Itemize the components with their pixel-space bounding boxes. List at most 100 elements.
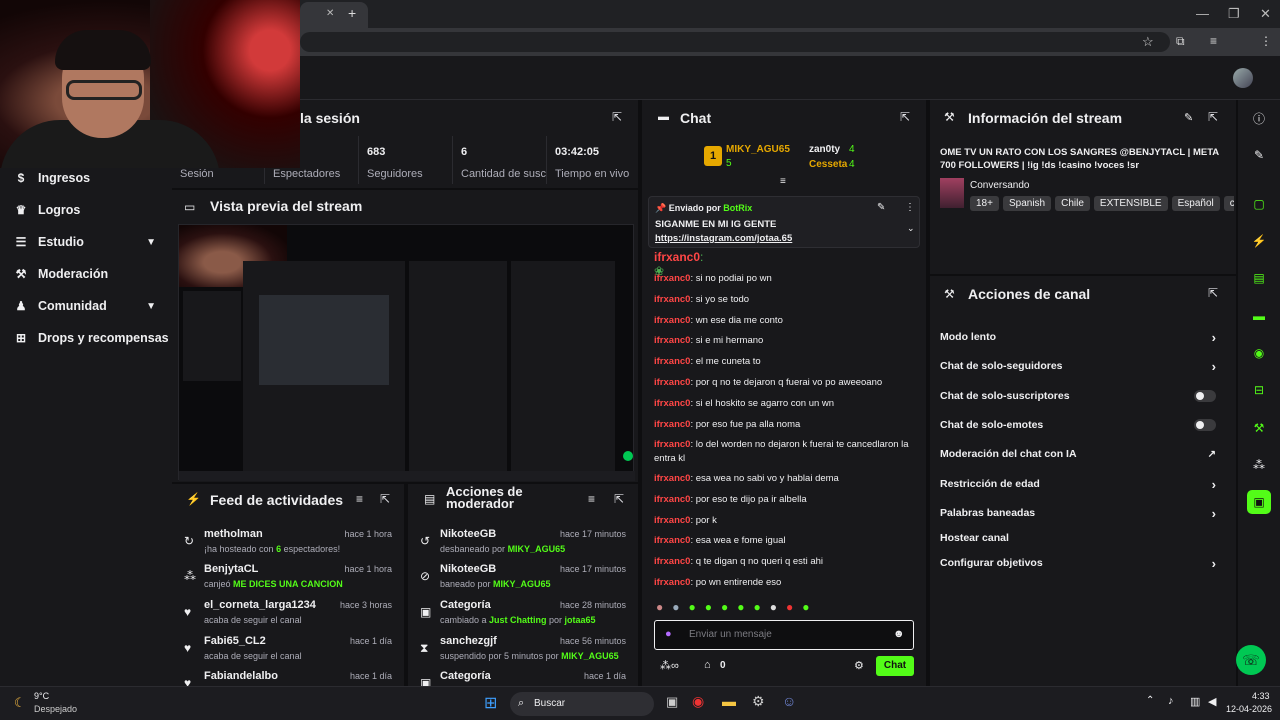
- age-restriction-row[interactable]: Restricción de edad ›: [940, 473, 1222, 495]
- subscribers-only-toggle[interactable]: [1194, 390, 1216, 402]
- browser-menu-icon[interactable]: ⋮: [1260, 34, 1272, 48]
- taskbar-search[interactable]: ⌕ Buscar: [510, 692, 654, 716]
- chat-username[interactable]: ifrxanc0: [654, 294, 690, 305]
- tag: Chile: [1055, 196, 1090, 211]
- layout-icon[interactable]: ⊟: [1247, 378, 1271, 402]
- host-channel-row[interactable]: Hostear canal: [940, 527, 1222, 549]
- popout-icon[interactable]: ⇱: [1208, 286, 1218, 300]
- microphone-icon[interactable]: ♪: [1168, 695, 1174, 707]
- notes-icon[interactable]: ▤: [1247, 266, 1271, 290]
- new-tab-button[interactable]: +: [348, 5, 356, 21]
- goals-row[interactable]: Configurar objetivos ›: [940, 552, 1222, 574]
- followers-only-row[interactable]: Chat de solo-seguidores ›: [940, 355, 1222, 377]
- chat-message: ifrxanc0: q te digan q no queri q esti a…: [654, 556, 824, 567]
- chrome-icon[interactable]: ◉: [692, 693, 704, 710]
- discord-icon[interactable]: ☺: [782, 693, 796, 709]
- filter-icon[interactable]: ≡: [588, 492, 595, 506]
- chat-username[interactable]: ifrxanc0: [654, 535, 690, 546]
- studio-icon: ☰: [15, 235, 27, 249]
- browser-tab[interactable]: ✕: [300, 2, 368, 28]
- sidebar-item-drops[interactable]: ⊞ Drops y recompensas: [0, 322, 172, 354]
- banned-words-row[interactable]: Palabras baneadas ›: [940, 502, 1222, 524]
- media-icon[interactable]: ≡: [1210, 34, 1217, 48]
- chat-username[interactable]: ifrxanc0: [654, 315, 690, 326]
- broadcast-icon[interactable]: ◉: [1247, 341, 1271, 365]
- app-icon[interactable]: ▣: [1247, 490, 1271, 514]
- chat-username[interactable]: ifrxanc0: [654, 439, 690, 450]
- stream-preview-video[interactable]: [178, 224, 635, 481]
- minimize-button[interactable]: —: [1196, 6, 1209, 21]
- tab-close-icon[interactable]: ✕: [326, 8, 334, 19]
- category-name[interactable]: Conversando: [970, 180, 1029, 191]
- leader-second[interactable]: zan0ty: [809, 144, 840, 155]
- maximize-button[interactable]: ❐: [1228, 6, 1240, 22]
- close-window-button[interactable]: ✕: [1260, 6, 1271, 22]
- sidebar-item-moderacion[interactable]: ⚒ Moderación: [0, 258, 172, 290]
- filter-icon[interactable]: ≡: [356, 492, 363, 506]
- ai-moderation-row[interactable]: Moderación del chat con IA ↗: [940, 443, 1222, 465]
- popout-icon[interactable]: ⇱: [612, 110, 622, 124]
- sidebar-item-estudio[interactable]: ☰ Estudio ▼: [0, 226, 172, 258]
- windows-start-icon[interactable]: ⊞: [484, 693, 497, 713]
- chat-username[interactable]: ifrxanc0: [654, 494, 690, 505]
- clock-date[interactable]: 12-04-2026: [1226, 704, 1272, 714]
- clock-time[interactable]: 4:33: [1252, 691, 1270, 701]
- points-icon[interactable]: ⁂∞: [660, 659, 679, 672]
- store-icon[interactable]: ⌂: [704, 659, 711, 671]
- chat-username[interactable]: ifrxanc0: [654, 377, 690, 388]
- mod-row: ▣ Categoría hace 28 minutos cambiado a Just…: [420, 599, 626, 625]
- task-view-icon[interactable]: ▣: [666, 694, 678, 710]
- steam-icon[interactable]: ⚙: [752, 693, 765, 710]
- avatar[interactable]: [1233, 68, 1253, 88]
- info-icon[interactable]: ⓘ: [1247, 106, 1271, 130]
- popout-icon[interactable]: ⇱: [380, 492, 390, 506]
- settings-icon[interactable]: ⚙: [854, 659, 864, 672]
- chat-username[interactable]: ifrxanc0: [654, 577, 690, 588]
- emote-bar[interactable]: ● ● ● ● ● ● ● ● ● ●: [656, 600, 916, 616]
- emotes-only-toggle[interactable]: [1194, 419, 1216, 431]
- clip-icon[interactable]: ▢: [1247, 192, 1271, 216]
- sidebar-item-comunidad[interactable]: ♟ Comunidad ▼: [0, 290, 172, 322]
- edit-icon[interactable]: ✎: [1184, 111, 1193, 124]
- send-chat-button[interactable]: Chat: [876, 656, 914, 676]
- wrench-icon[interactable]: ⚒: [1247, 416, 1271, 440]
- chat-input[interactable]: ● Enviar un mensaje ☻: [654, 620, 914, 650]
- popout-icon[interactable]: ⇱: [1208, 110, 1218, 124]
- slow-mode-row[interactable]: Modo lento ›: [940, 326, 1222, 348]
- chat-username[interactable]: ifrxanc0: [654, 515, 690, 526]
- weather-temp[interactable]: 9°C: [34, 691, 49, 701]
- help-button[interactable]: ☏: [1236, 645, 1266, 675]
- chevron-down-icon[interactable]: ⌄: [907, 223, 915, 234]
- volume-icon[interactable]: ◀: [1208, 695, 1216, 708]
- chat-username[interactable]: ifrxanc0: [654, 473, 690, 484]
- leader-third[interactable]: Cesseta: [809, 159, 847, 170]
- lightning-icon[interactable]: ⚡: [1247, 229, 1271, 253]
- sidebar-item-logros[interactable]: ♛ Logros: [0, 194, 172, 226]
- emoji-icon[interactable]: ☻: [893, 628, 905, 640]
- chat-username[interactable]: ifrxanc0: [654, 335, 690, 346]
- pinned-link[interactable]: https://instagram.com/jotaa.65: [655, 233, 792, 244]
- edit-icon[interactable]: ✎: [1247, 143, 1271, 167]
- popout-icon[interactable]: ⇱: [900, 110, 910, 124]
- more-icon[interactable]: ⋮: [905, 202, 915, 213]
- chat-bubble-icon[interactable]: ▬: [1247, 304, 1271, 328]
- extensions-icon[interactable]: ⧉: [1176, 34, 1185, 49]
- chat-username[interactable]: ifrxanc0: [654, 556, 690, 567]
- pin-icon[interactable]: ✎: [877, 202, 885, 213]
- network-icon[interactable]: ▥: [1190, 695, 1200, 708]
- chevron-up-icon[interactable]: ⌃: [1146, 695, 1154, 706]
- chat-username[interactable]: ifrxanc0: [654, 356, 690, 367]
- collapse-icon[interactable]: ≡: [780, 176, 786, 187]
- leader-first[interactable]: MIKY_AGU65: [726, 144, 790, 155]
- bookmark-star-icon[interactable]: ☆: [1142, 34, 1154, 50]
- explorer-icon[interactable]: ▬: [722, 693, 736, 709]
- chat-username[interactable]: ifrxanc0: [654, 273, 690, 284]
- address-bar[interactable]: [300, 32, 1170, 52]
- popout-icon[interactable]: ⇱: [614, 492, 624, 506]
- chat-username[interactable]: ifrxanc0: [654, 398, 690, 409]
- community-icon[interactable]: ⁂: [1247, 453, 1271, 477]
- weather-desc[interactable]: Despejado: [34, 704, 77, 714]
- chat-username[interactable]: ifrxanc0: [654, 419, 690, 430]
- microphone-icon[interactable]: ●: [665, 628, 672, 640]
- chevron-right-icon: ›: [1211, 329, 1216, 345]
